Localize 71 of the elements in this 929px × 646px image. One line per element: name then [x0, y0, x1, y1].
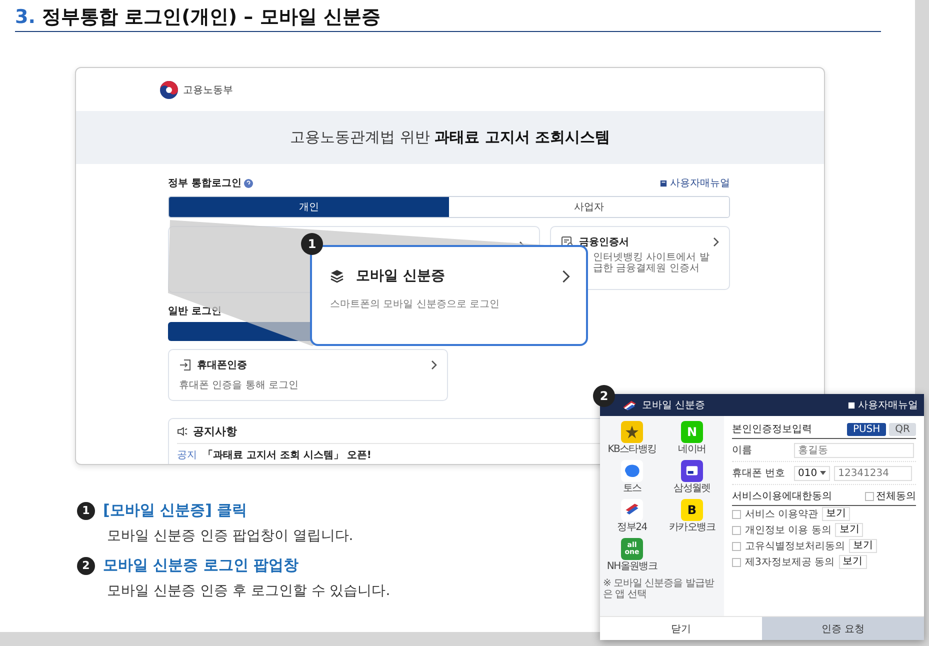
field-label: 휴대폰 번호	[732, 467, 786, 480]
option-description: 스마트폰의 모바일 신분증으로 로그인	[330, 298, 501, 311]
checkbox-label: 제3자정보제공 동의	[745, 556, 835, 569]
book-icon	[660, 180, 667, 186]
login-tab[interactable]: 개인	[169, 197, 449, 217]
app-icon	[621, 421, 643, 443]
view-button[interactable]: 보기	[838, 555, 867, 569]
request-button[interactable]: 인증 요청	[762, 616, 924, 640]
checkbox[interactable]	[732, 526, 741, 534]
step-description: 모바일 신분증 인증 팝업창이 열립니다.	[107, 527, 354, 546]
taegeuk-logo-icon	[159, 80, 179, 100]
popup-title: 모바일 신분증	[642, 399, 706, 412]
app-icon: B	[681, 499, 703, 521]
field-label: 이름	[732, 444, 753, 457]
layers-icon	[330, 269, 344, 283]
ministry-name: 고용노동부	[183, 84, 233, 96]
notice-link[interactable]: 「과태료 고지서 조회 시스템」 오픈!	[203, 448, 372, 462]
option-description: 인터넷뱅킹 사이트에서 발급한 금융결제원 인증서	[592, 252, 710, 274]
manual-link[interactable]: 사용자매뉴얼	[858, 398, 918, 412]
view-button[interactable]: 보기	[835, 523, 864, 537]
form-heading: 서비스이용에대한동의	[732, 490, 832, 503]
app-option[interactable]: 삼성월렛	[663, 460, 721, 498]
notice-heading: 공지사항	[193, 424, 237, 439]
close-button[interactable]: 닫기	[600, 616, 762, 640]
app-icon	[621, 499, 643, 521]
checkbox-label: 전체동의	[876, 490, 916, 503]
form-heading: 본인인증정보입력	[732, 423, 812, 436]
checkbox-label: 개인정보 이용 동의	[745, 524, 832, 537]
step-description: 모바일 신분증 인증 후 로그인할 수 있습니다.	[107, 582, 390, 601]
hint-text: ※ 모바일 신분증을 발급받은 앱 선택	[603, 578, 716, 600]
app-option[interactable]: 토스	[603, 460, 661, 498]
checkbox-label: 고유식별정보처리동의	[745, 540, 845, 553]
notice-tag: 공지	[177, 448, 197, 462]
checkbox[interactable]	[732, 510, 741, 518]
manual-link[interactable]: 사용자매뉴얼	[670, 176, 730, 190]
app-option[interactable]: KB스타뱅킹	[603, 421, 661, 459]
speaker-icon	[177, 427, 188, 436]
auth-mode-button[interactable]: QR	[889, 422, 916, 436]
app-icon	[621, 460, 643, 482]
option-title: 금융인증서	[579, 236, 629, 249]
app-option[interactable]: 정부24	[603, 499, 661, 537]
checkbox[interactable]	[732, 558, 741, 566]
book-icon	[848, 402, 855, 408]
login-arrow-icon	[179, 359, 191, 371]
app-icon	[681, 460, 703, 482]
step-title: 모바일 신분증 로그인 팝업창	[103, 556, 299, 575]
step-number: 1	[77, 502, 95, 520]
app-option[interactable]: N 네이버	[663, 421, 721, 459]
view-button[interactable]: 보기	[822, 507, 850, 521]
input-field[interactable]: 홍길동	[794, 442, 914, 458]
app-icon: N	[681, 421, 703, 443]
checkbox-label: 서비스 이용약관	[745, 508, 818, 521]
app-option[interactable]: B 카카오뱅크	[663, 499, 721, 537]
step-title: [모바일 신분증] 클릭	[103, 501, 248, 520]
option-title: 모바일 신분증	[356, 267, 445, 285]
document-title: 3. 정부통합 로그인(개인) – 모바일 신분증	[15, 6, 881, 32]
step-number: 2	[77, 556, 95, 574]
checkbox[interactable]	[865, 492, 874, 500]
auth-mode-button[interactable]: PUSH	[846, 422, 886, 436]
input-field[interactable]: 12341234	[834, 466, 912, 480]
option-title: 휴대폰인증	[197, 359, 247, 372]
caret-icon	[820, 471, 826, 475]
view-button[interactable]: 보기	[849, 539, 877, 553]
section-heading: 정부 통합로그인	[168, 177, 242, 190]
id-card-icon	[622, 400, 637, 410]
carrier-select[interactable]: 010	[794, 466, 830, 480]
login-option-card[interactable]: 휴대폰인증 휴대폰 인증을 통해 로그인	[168, 349, 448, 401]
option-description: 휴대폰 인증을 통해 로그인	[179, 379, 300, 392]
help-icon[interactable]	[244, 178, 254, 188]
checkbox[interactable]	[732, 542, 741, 550]
site-title: 고용노동관계법 위반 과태료 고지서 조회시스템	[290, 128, 610, 147]
